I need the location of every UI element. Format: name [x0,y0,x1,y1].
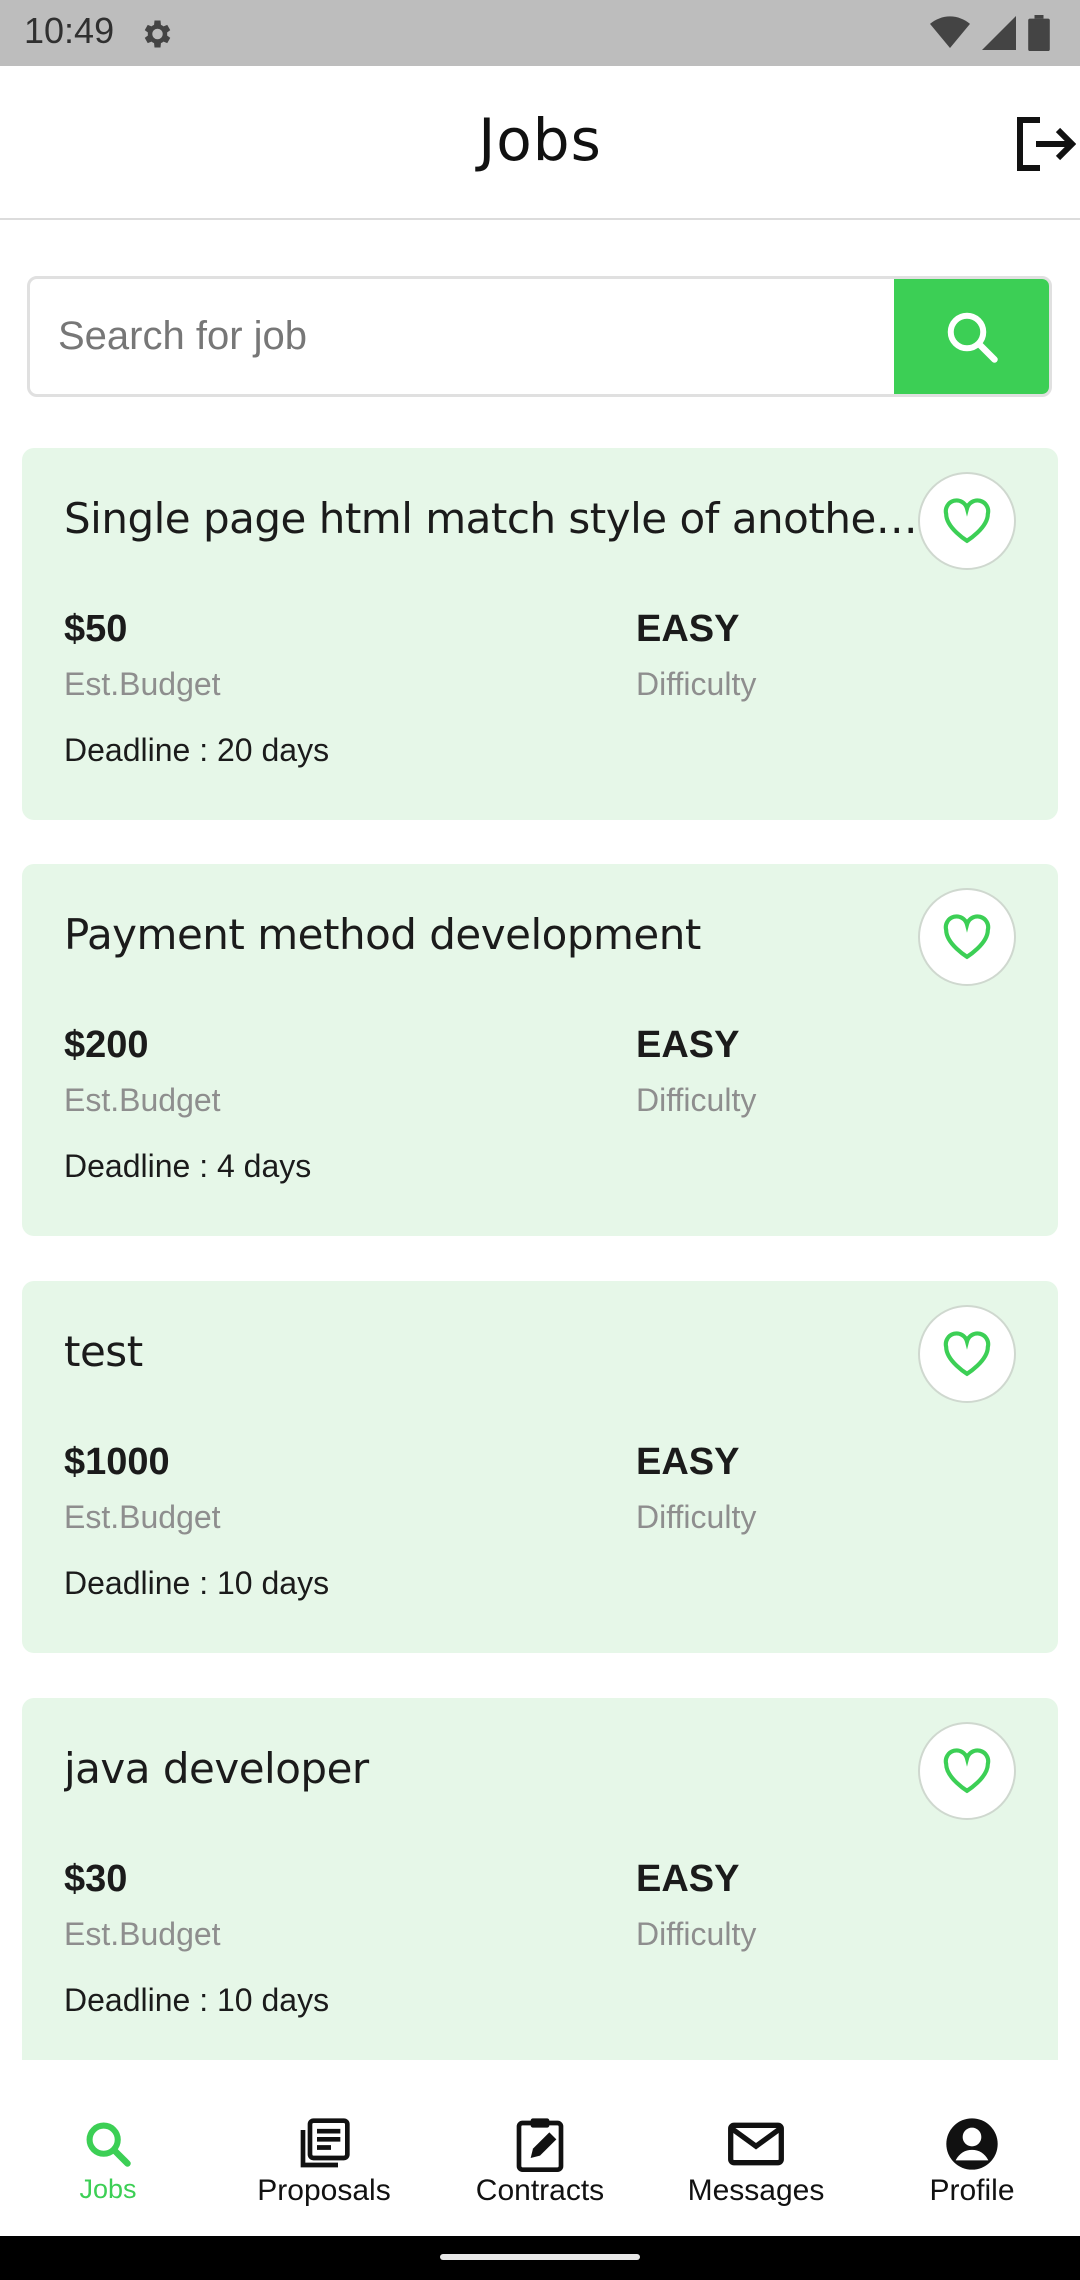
budget-label: Est.Budget [64,666,221,702]
budget-value: $50 [64,608,128,650]
job-title: Single page html match style of another … [64,494,924,543]
nav-item-proposals[interactable]: Proposals [216,2060,432,2236]
nav-label: Contracts [475,2174,605,2207]
heart-icon [943,1748,991,1794]
job-card[interactable]: Single page html match style of another … [22,448,1058,820]
difficulty-label: Difficulty [636,666,757,702]
job-card[interactable]: Payment method development $200 Est.Budg… [22,864,1058,1236]
difficulty-label: Difficulty [636,1916,757,1952]
deadline-text: Deadline : 10 days [64,1565,330,1601]
nav-item-messages[interactable]: Messages [648,2060,864,2236]
app-bar: Jobs [0,66,1080,220]
deadline-text: Deadline : 4 days [64,1148,312,1184]
deadline-text: Deadline : 20 days [64,732,330,768]
nav-label: Proposals [257,2174,391,2207]
favorite-button[interactable] [918,1305,1016,1403]
budget-value: $30 [64,1858,128,1900]
nav-item-profile[interactable]: Profile [864,2060,1080,2236]
signal-icon [982,16,1016,50]
contracts-icon [510,2114,570,2174]
home-indicator[interactable] [440,2254,640,2260]
search-button[interactable] [894,279,1049,394]
status-time: 10:49 [24,10,115,51]
search-icon [78,2114,138,2174]
status-icons [930,14,1050,52]
search-input[interactable] [30,279,894,394]
difficulty-value: EASY [636,1441,740,1483]
nav-item-jobs[interactable]: Jobs [0,2060,216,2236]
deadline-text: Deadline : 10 days [64,1982,330,2018]
difficulty-label: Difficulty [636,1082,757,1118]
difficulty-value: EASY [636,1024,740,1066]
budget-label: Est.Budget [64,1499,221,1535]
settings-gear-icon [144,20,171,48]
nav-label: Jobs [79,2174,137,2204]
difficulty-value: EASY [636,1858,740,1900]
difficulty-value: EASY [636,608,740,650]
search-bar [27,276,1052,397]
gesture-bar [0,2236,1080,2280]
job-card[interactable]: java developer $30 Est.Budget EASY Diffi… [22,1698,1058,2060]
logout-icon[interactable] [1012,114,1076,174]
favorite-button[interactable] [918,888,1016,986]
budget-value: $1000 [64,1441,170,1483]
status-bar: 10:49 [0,0,1080,66]
wifi-icon [930,16,970,48]
proposals-icon [294,2114,354,2174]
heart-icon [943,914,991,960]
favorite-button[interactable] [918,472,1016,570]
nav-label: Profile [929,2174,1015,2207]
page-title: Jobs [478,106,602,174]
job-title: Payment method development [64,910,701,959]
job-title: test [64,1327,143,1376]
job-card[interactable]: test $1000 Est.Budget EASY Difficulty De… [22,1281,1058,1653]
favorite-button[interactable] [918,1722,1016,1820]
difficulty-label: Difficulty [636,1499,757,1535]
nav-label: Messages [687,2174,825,2207]
bottom-nav: Jobs Proposals Contracts Messages Profil… [0,2060,1080,2236]
budget-label: Est.Budget [64,1916,221,1952]
job-title: java developer [64,1744,369,1793]
budget-label: Est.Budget [64,1082,221,1118]
profile-icon [942,2114,1002,2174]
nav-item-contracts[interactable]: Contracts [432,2060,648,2236]
heart-icon [943,498,991,544]
budget-value: $200 [64,1024,149,1066]
heart-icon [943,1331,991,1377]
search-icon [947,312,998,363]
battery-icon [1028,15,1050,51]
mail-icon [726,2114,786,2174]
